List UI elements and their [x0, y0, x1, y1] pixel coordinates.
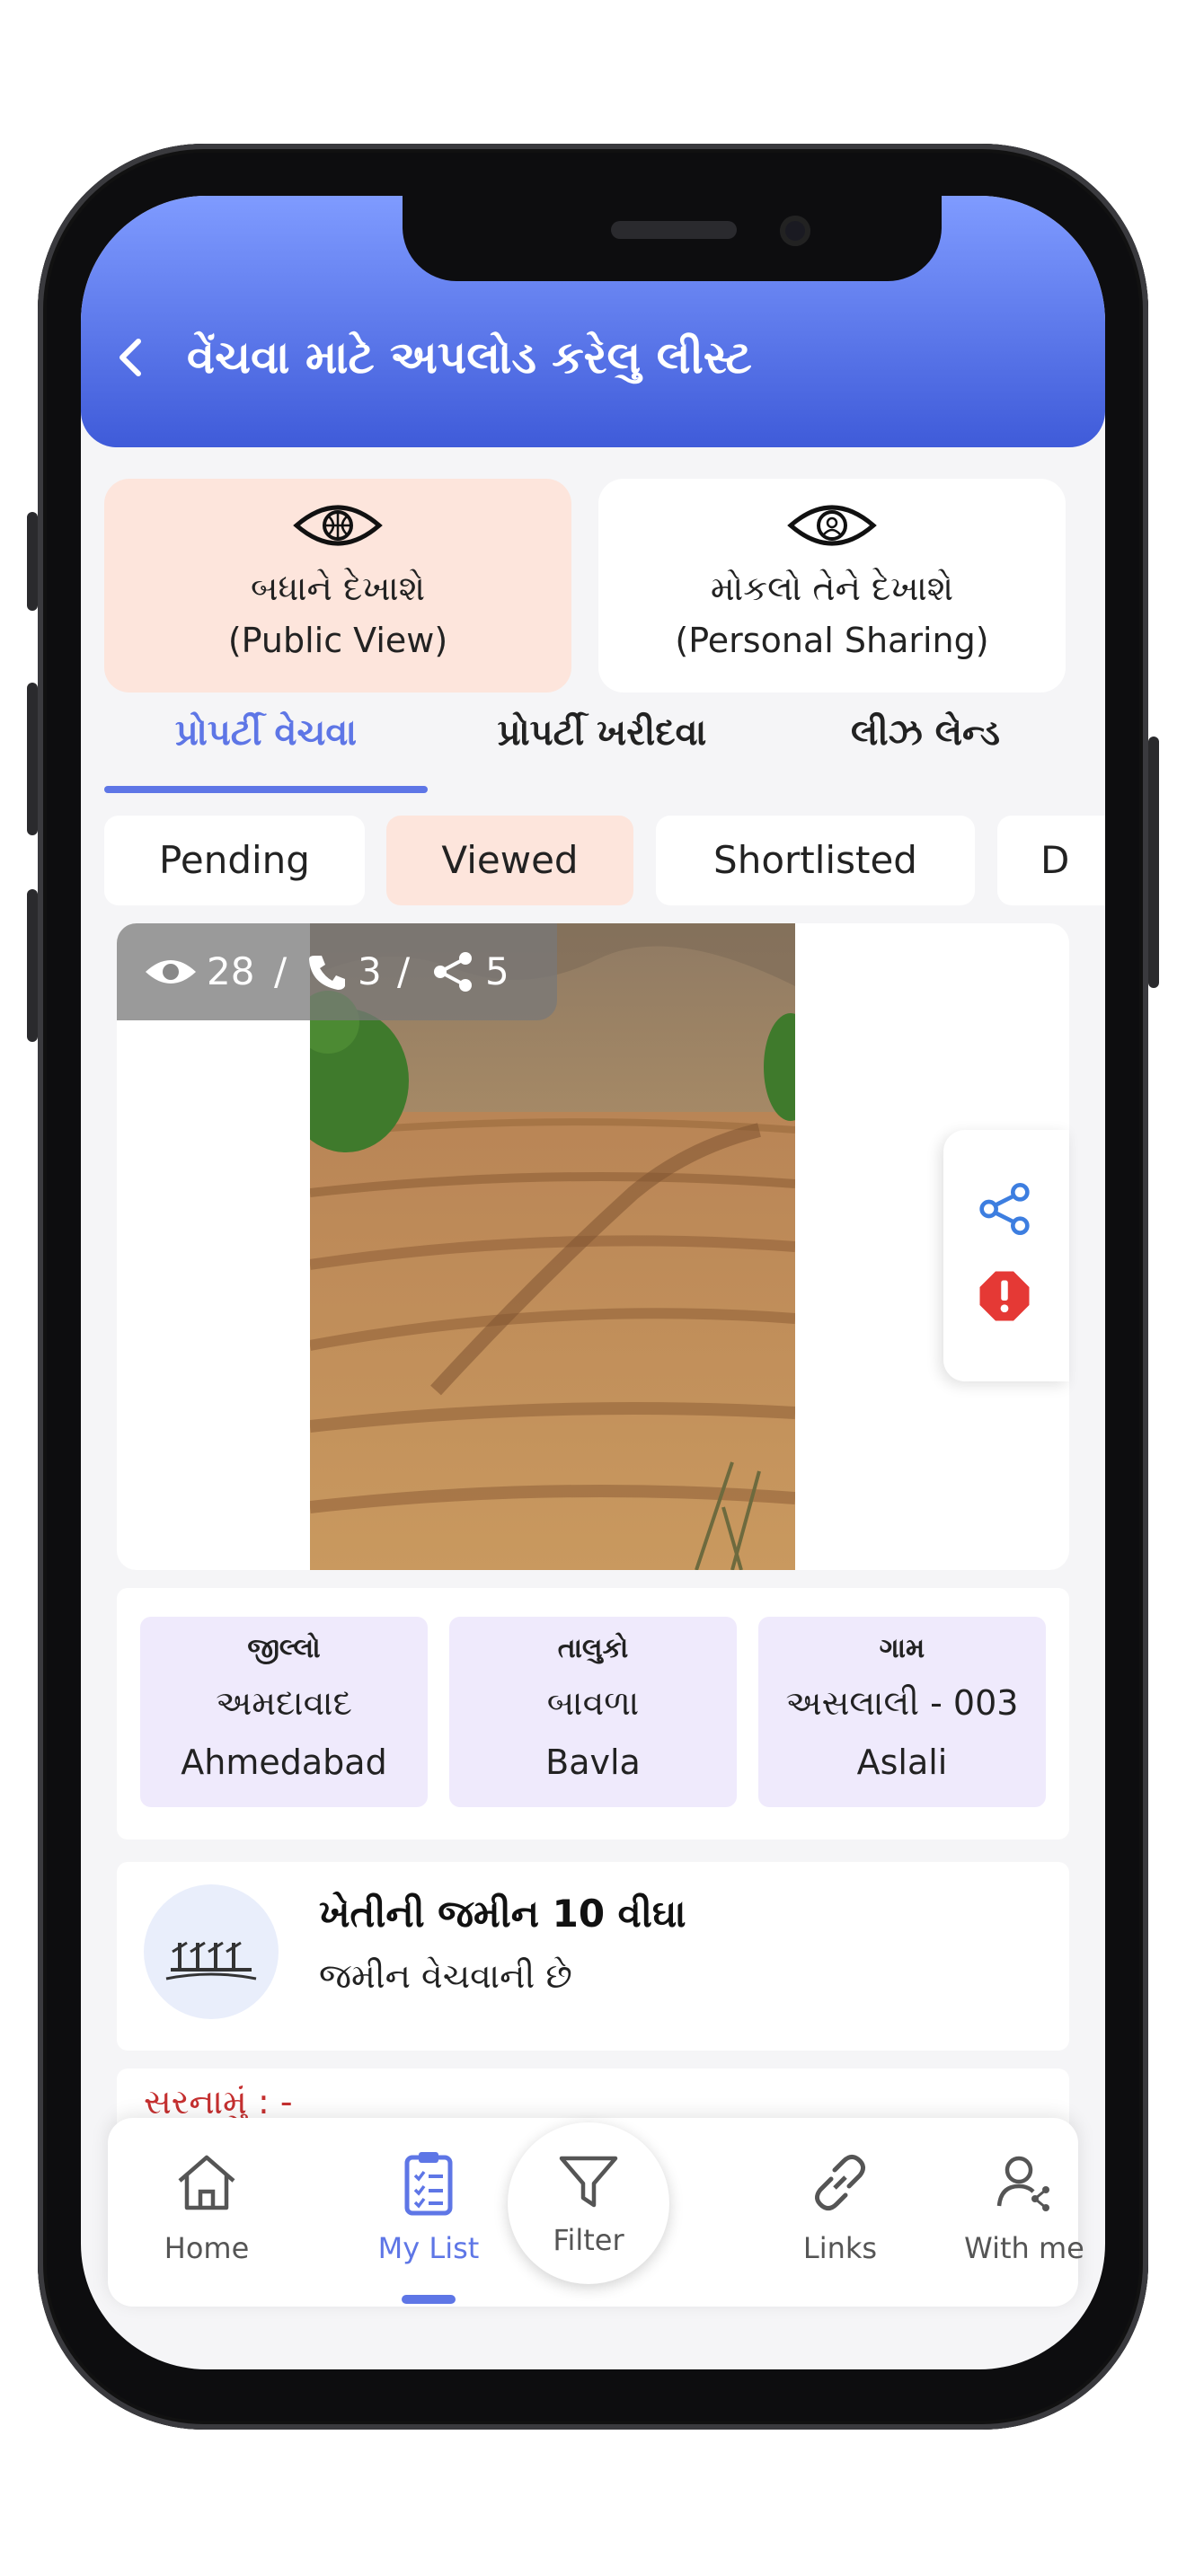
village-heading: ગામ: [879, 1633, 925, 1664]
public-view-label: બધાને દેખાશે: [250, 569, 426, 608]
district-english: Ahmedabad: [181, 1742, 387, 1782]
filter-icon: [559, 2156, 618, 2208]
nav-links[interactable]: Links: [759, 2147, 921, 2265]
personal-sharing-label: મોકલો તેને દેખાશે: [710, 569, 954, 608]
front-camera: [780, 216, 810, 246]
nav-my-list[interactable]: My List: [348, 2147, 509, 2265]
nav-my-list-label: My List: [377, 2231, 480, 2265]
eye-globe-icon: [293, 505, 383, 546]
tab-lease-land[interactable]: લીઝ લેન્ડ: [791, 712, 1060, 754]
public-view-button[interactable]: બધાને દેખાશે (Public View): [104, 479, 571, 693]
back-button[interactable]: [106, 332, 156, 383]
category-tabs: પ્રોપર્ટી વેચવા પ્રોપર્ટી ખરીદવા લીઝ લેન…: [81, 712, 1105, 802]
filter-chip-shortlisted[interactable]: Shortlisted: [656, 816, 975, 905]
chevron-left-icon: [119, 339, 141, 376]
phone-notch: [403, 196, 942, 281]
filter-chip-pending[interactable]: Pending: [104, 816, 365, 905]
tab-sell-property[interactable]: પ્રોપર્ટી વેચવા: [104, 712, 428, 754]
phone-side-button: [27, 889, 38, 1042]
stats-separator: /: [397, 949, 411, 993]
district-heading: જીલ્લો: [247, 1633, 321, 1664]
report-alert-icon[interactable]: [978, 1269, 1031, 1323]
views-count: 28: [207, 949, 255, 993]
tab-buy-property[interactable]: પ્રોપર્ટી ખરીદવા: [440, 712, 764, 754]
nav-filter-label: Filter: [553, 2223, 624, 2257]
views-icon: [146, 960, 196, 984]
nav-with-me-label: With me: [964, 2231, 1084, 2265]
district-box: જીલ્લો અમદાવાદ Ahmedabad: [140, 1617, 428, 1807]
home-icon: [178, 2155, 235, 2210]
district-gujarati: અમદાવાદ: [216, 1683, 352, 1723]
active-tab-indicator: [104, 786, 428, 793]
personal-sharing-sublabel: (Personal Sharing): [675, 621, 989, 660]
village-english: Aslali: [856, 1742, 948, 1782]
taluka-box: તાલુકો બાવળા Bavla: [449, 1617, 737, 1807]
farmland-image: [310, 923, 795, 1570]
taluka-gujarati: બાવળા: [546, 1683, 640, 1723]
side-action-panel: [943, 1130, 1069, 1381]
active-nav-indicator: [402, 2295, 456, 2304]
earpiece-speaker: [611, 221, 737, 239]
phone-power-button: [1148, 737, 1159, 988]
property-title: ખેતીની જમીન 10 વીઘા: [319, 1892, 686, 1936]
taluka-heading: તાલુકો: [557, 1633, 629, 1664]
shares-count: 5: [485, 949, 509, 993]
public-view-sublabel: (Public View): [227, 621, 448, 660]
farmland-icon: [144, 1884, 279, 2019]
share-icon[interactable]: [976, 1180, 1033, 1238]
stats-separator: /: [274, 949, 288, 993]
taluka-english: Bavla: [545, 1742, 641, 1782]
phone-side-button: [27, 512, 38, 611]
personal-sharing-button[interactable]: મોકલો તેને દેખાશે (Personal Sharing): [598, 479, 1066, 693]
nav-links-label: Links: [802, 2231, 878, 2265]
nav-filter[interactable]: Filter: [508, 2122, 669, 2284]
phone-screen: વેંચવા માટે અપલોડ કરેલુ લીસ્ટ બધાને દેખા…: [81, 196, 1105, 2369]
filter-chip-partial[interactable]: D: [997, 816, 1105, 905]
nav-home-label: Home: [164, 2231, 250, 2265]
page-title: વેંચવા માટે અપલોડ કરેલુ લીસ્ટ: [187, 331, 752, 384]
link-icon: [815, 2154, 865, 2211]
eye-person-icon: [787, 505, 877, 546]
phone-side-button: [27, 683, 38, 835]
engagement-stats: 28 / 3 / 5: [117, 923, 557, 1020]
phone-icon: [309, 956, 345, 990]
share-count-icon: [434, 952, 472, 992]
property-photo[interactable]: [310, 923, 795, 1570]
village-box: ગામ અસલાલી - 003 Aslali: [758, 1617, 1046, 1807]
nav-with-me[interactable]: With me: [943, 2147, 1105, 2265]
filter-chip-viewed[interactable]: Viewed: [386, 816, 633, 905]
property-subtitle: જમીન વેચવાની છે: [319, 1956, 572, 1996]
nav-home[interactable]: Home: [126, 2147, 288, 2265]
address-label: સરનામું : -: [144, 2082, 293, 2122]
village-gujarati: અસલાલી - 003: [785, 1683, 1019, 1723]
clipboard-list-icon: [404, 2152, 453, 2216]
calls-count: 3: [358, 949, 382, 993]
user-share-icon: [996, 2156, 1049, 2211]
